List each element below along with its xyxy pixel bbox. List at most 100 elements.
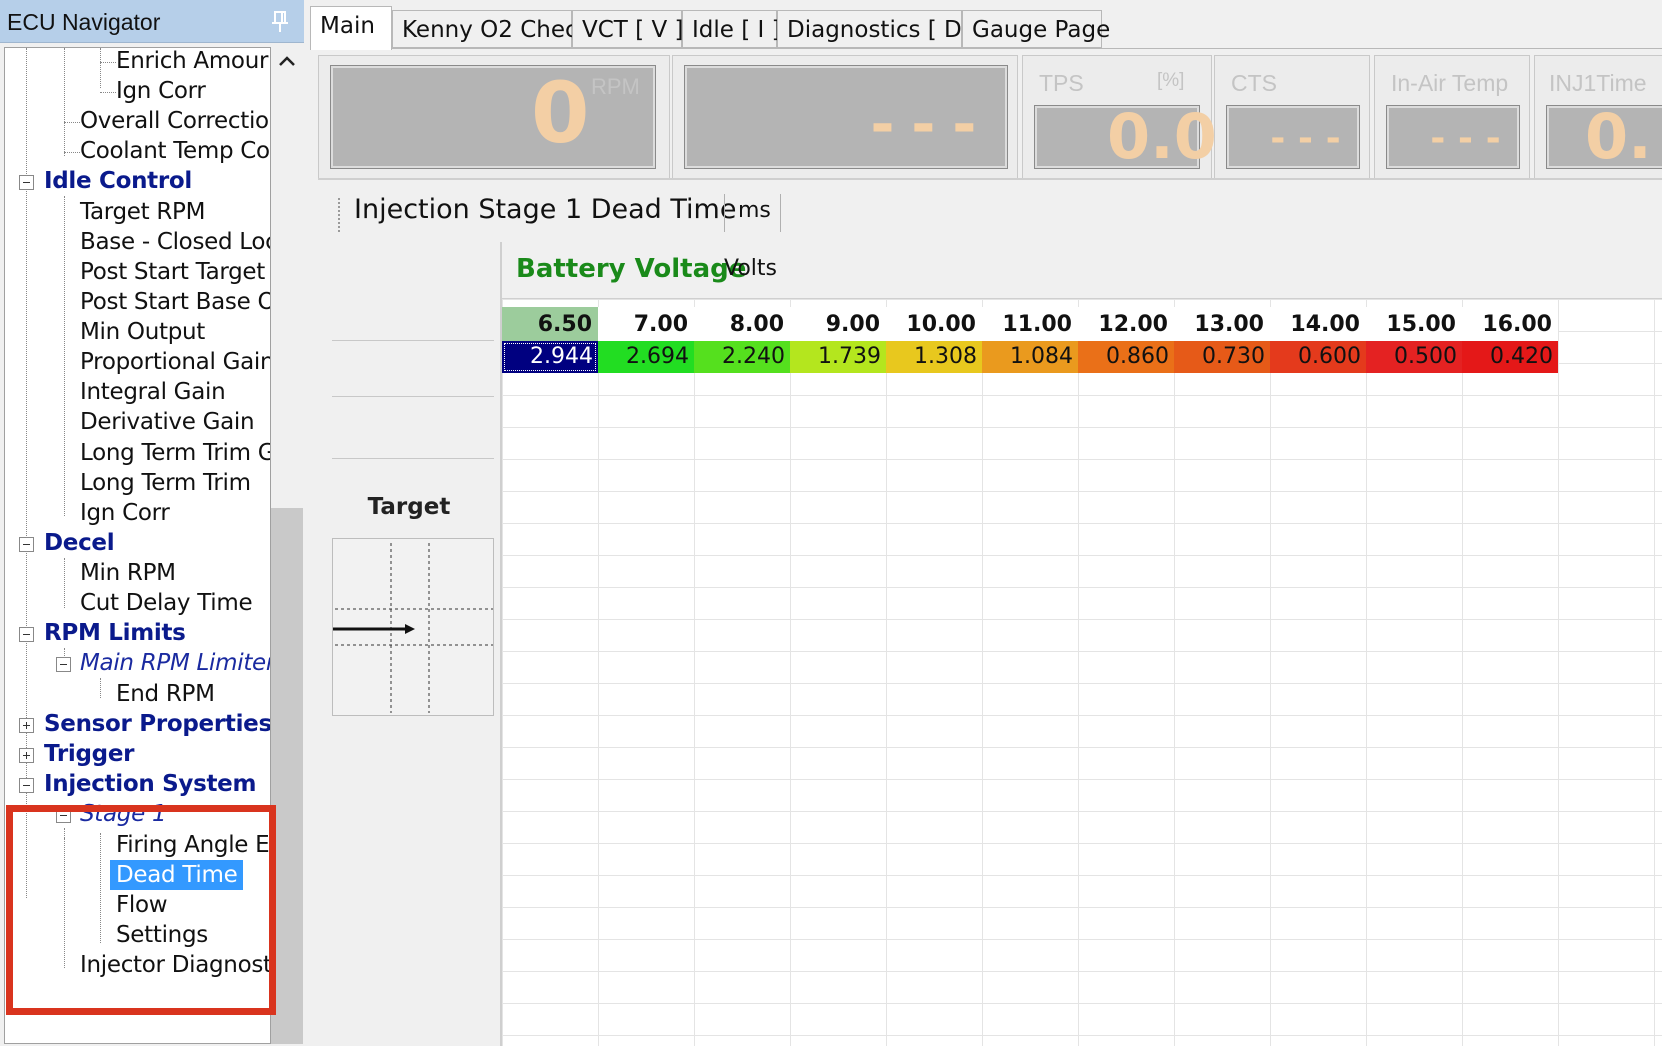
tree-connector bbox=[100, 678, 101, 698]
tree-connector bbox=[64, 48, 65, 156]
table-cell[interactable]: 1.739 bbox=[790, 341, 886, 373]
table-editor: Injection Stage 1 Dead Time ms Target Ba… bbox=[318, 178, 1662, 1046]
table-cell[interactable]: 0.500 bbox=[1366, 341, 1462, 373]
tree-item[interactable]: Long Term Trim bbox=[80, 467, 251, 499]
table-cell[interactable]: 0.600 bbox=[1270, 341, 1366, 373]
target-crosshair-display bbox=[332, 538, 494, 716]
blank-gauge[interactable]: ---- bbox=[672, 55, 1018, 226]
expand-icon[interactable] bbox=[19, 718, 34, 733]
tree-item[interactable]: Post Start Base Of bbox=[80, 286, 270, 318]
tree-item[interactable]: Enrich Amour bbox=[116, 48, 268, 77]
tree-item[interactable]: Min RPM bbox=[80, 557, 176, 589]
cts-gauge[interactable]: CTS ---- bbox=[1214, 55, 1370, 200]
x-axis-unit: Volts bbox=[724, 256, 778, 281]
table-cell[interactable]: 2.694 bbox=[598, 341, 694, 373]
navigator-title: ECU Navigator bbox=[7, 9, 161, 35]
target-panel: Target bbox=[318, 242, 500, 1046]
toolbar-separator bbox=[724, 194, 725, 232]
axis-header-cell[interactable]: 7.00 bbox=[598, 307, 694, 343]
x-axis-title: Battery Voltage bbox=[516, 254, 747, 284]
tree-group-rpm-limits[interactable]: RPM Limits bbox=[44, 617, 186, 649]
table-title: Injection Stage 1 Dead Time bbox=[354, 194, 737, 225]
axis-header-cell[interactable]: 15.00 bbox=[1366, 307, 1462, 343]
tab-diagnostics[interactable]: Diagnostics [ D ] bbox=[777, 10, 978, 48]
tree-item[interactable]: Base - Closed Loc bbox=[80, 226, 270, 258]
tree-group-injection-system[interactable]: Injection System bbox=[44, 768, 256, 800]
tab-gauge-page[interactable]: Gauge Page bbox=[962, 10, 1110, 48]
axis-header-cell[interactable]: 9.00 bbox=[790, 307, 886, 343]
tab-main[interactable]: Main bbox=[310, 6, 392, 50]
tree-group-sensor-properties[interactable]: Sensor Properties bbox=[44, 708, 270, 740]
collapse-icon[interactable] bbox=[19, 175, 34, 190]
inj1time-gauge[interactable]: INJ1Time 0. bbox=[1534, 55, 1662, 181]
tab-kenny-o2-check[interactable]: Kenny O2 Check bbox=[392, 10, 591, 48]
axis-header-cell[interactable]: 16.00 bbox=[1462, 307, 1558, 343]
tree-item[interactable]: Ign Corr bbox=[116, 75, 206, 107]
tree-connector bbox=[64, 196, 65, 516]
cts-label: CTS bbox=[1231, 70, 1277, 96]
axis-header-cell[interactable]: 8.00 bbox=[694, 307, 790, 343]
tree-item[interactable]: Ign Corr bbox=[80, 497, 170, 529]
axis-header-cell[interactable]: 12.00 bbox=[1078, 307, 1174, 343]
table-cell[interactable]: 1.308 bbox=[886, 341, 982, 373]
crosshair-icon bbox=[333, 543, 493, 713]
tree-item[interactable]: Overall Correction bbox=[80, 105, 270, 137]
pin-icon[interactable] bbox=[270, 10, 290, 34]
table-cell[interactable]: 2.240 bbox=[694, 341, 790, 373]
toolbar-separator bbox=[780, 194, 781, 232]
divider bbox=[332, 458, 494, 459]
rpm-value: 0 bbox=[531, 64, 590, 162]
tree-item[interactable]: Min Output bbox=[80, 316, 205, 348]
target-label: Target bbox=[367, 494, 451, 520]
tree-connector bbox=[64, 152, 80, 153]
in-air-temp-label: In-Air Temp bbox=[1391, 70, 1509, 96]
tree-item[interactable]: Proportional Gain bbox=[80, 346, 270, 378]
tree-item[interactable]: Target RPM bbox=[80, 196, 205, 228]
tree-group-trigger[interactable]: Trigger bbox=[44, 738, 134, 770]
table-cell[interactable]: 0.860 bbox=[1078, 341, 1174, 373]
tree-item[interactable]: Post Start Target ( bbox=[80, 256, 270, 288]
ecu-navigator-panel: ECU Navigator Enrich Amour Ign Corr Over… bbox=[0, 0, 304, 1044]
table-cell[interactable]: 0.730 bbox=[1174, 341, 1270, 373]
dead-time-table-grid[interactable]: 6.50 7.00 8.00 9.00 10.00 11.00 12.00 13.00 14.0… bbox=[502, 298, 1662, 1046]
tree-group-decel[interactable]: Decel bbox=[44, 527, 115, 559]
tree-item[interactable]: Cut Delay Time bbox=[80, 587, 253, 619]
toolbar-grip[interactable] bbox=[338, 198, 342, 232]
table-cell[interactable]: 0.420 bbox=[1462, 341, 1558, 373]
tps-unit: [%] bbox=[1157, 70, 1185, 91]
in-air-temp-gauge[interactable]: In-Air Temp ---- bbox=[1374, 55, 1530, 200]
collapse-icon[interactable] bbox=[56, 657, 71, 672]
collapse-icon[interactable] bbox=[19, 537, 34, 552]
tps-value: 0.0 bbox=[1107, 100, 1217, 173]
tree-item[interactable]: Integral Gain bbox=[80, 376, 226, 408]
tree-item[interactable]: End RPM bbox=[116, 678, 215, 710]
tab-vct[interactable]: VCT [ V ] bbox=[572, 10, 683, 48]
divider bbox=[332, 340, 494, 341]
axis-header-cell[interactable]: 6.50 bbox=[502, 307, 598, 343]
axis-header-cell[interactable]: 14.00 bbox=[1270, 307, 1366, 343]
chevron-up-icon[interactable] bbox=[278, 54, 296, 68]
rpm-gauge[interactable]: 0 RPM bbox=[318, 55, 670, 181]
tree-group-idle-control[interactable]: Idle Control bbox=[44, 165, 192, 197]
tree-connector bbox=[100, 62, 116, 63]
navigator-header: ECU Navigator bbox=[0, 0, 304, 43]
tab-bar: Main Kenny O2 Check VCT [ V ] Idle [ I ]… bbox=[310, 6, 1662, 50]
tps-gauge[interactable]: TPS [%] 0.0 bbox=[1022, 55, 1217, 181]
tab-idle[interactable]: Idle [ I ] bbox=[682, 10, 781, 48]
axis-header-cell[interactable]: 13.00 bbox=[1174, 307, 1270, 343]
tree-connector bbox=[100, 92, 116, 93]
collapse-icon[interactable] bbox=[19, 778, 34, 793]
expand-icon[interactable] bbox=[19, 748, 34, 763]
tree-item[interactable]: Long Term Trim G bbox=[80, 437, 270, 469]
table-cell[interactable]: 2.944 bbox=[502, 341, 598, 373]
collapse-icon[interactable] bbox=[19, 627, 34, 642]
tree-connector bbox=[100, 48, 101, 88]
gauge-strip: 0 RPM ---- TPS [%] 0.0 CTS ---- In-Air T… bbox=[318, 48, 1662, 226]
table-cell[interactable]: 1.084 bbox=[982, 341, 1078, 373]
axis-header-cell[interactable]: 10.00 bbox=[886, 307, 982, 343]
tree-item[interactable]: Coolant Temp Co bbox=[80, 135, 270, 167]
axis-header-cell[interactable]: 11.00 bbox=[982, 307, 1078, 343]
tree-subgroup-main-rpm-limiter[interactable]: Main RPM Limiter bbox=[80, 647, 270, 679]
inj1time-value: 0. bbox=[1585, 100, 1652, 173]
tree-item[interactable]: Derivative Gain bbox=[80, 406, 255, 438]
